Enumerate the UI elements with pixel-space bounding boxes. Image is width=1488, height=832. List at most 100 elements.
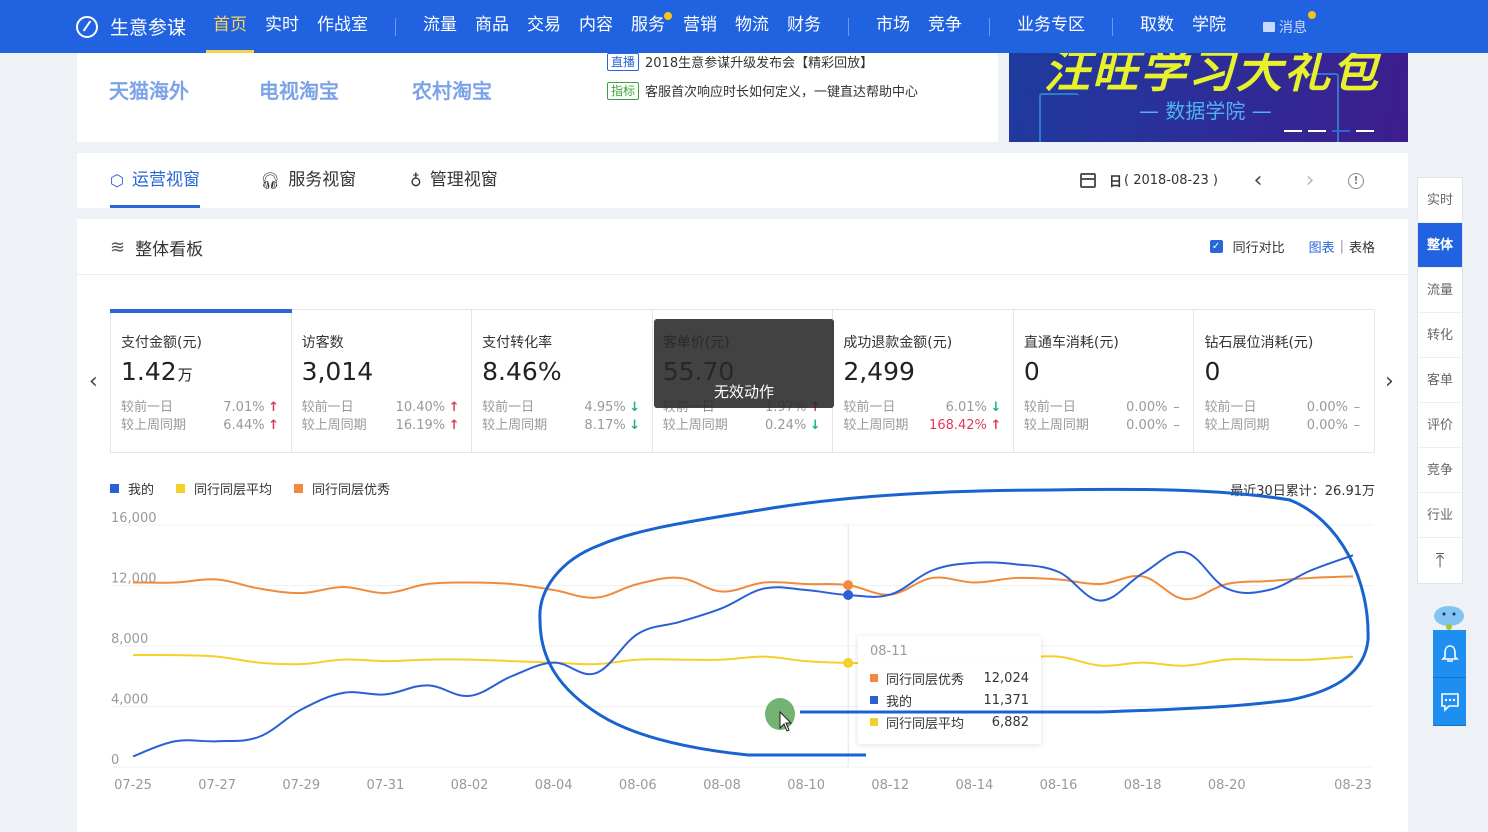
nav-item[interactable]: 竞争	[928, 0, 962, 53]
banner-dot[interactable]	[1356, 130, 1374, 132]
nav-item-label: 内容	[579, 15, 614, 35]
link-rural-taobao[interactable]: 农村淘宝	[412, 75, 492, 104]
y-tick-label: 4,000	[111, 693, 148, 708]
side-nav-item[interactable]: 竞争	[1418, 448, 1462, 493]
back-to-top-button[interactable]: ⤒	[1418, 538, 1462, 583]
info-icon[interactable]: !	[1348, 172, 1364, 189]
messages-label: 消息	[1279, 19, 1308, 36]
headset-icon: 🎧︎	[260, 171, 281, 190]
nav-divider	[1112, 17, 1114, 36]
side-nav-item[interactable]: 行业	[1418, 493, 1462, 538]
nav-item-label: 服务	[631, 15, 666, 35]
promo-banner[interactable]: 汪旺学习大礼包 — 数据学院 —	[1009, 53, 1408, 142]
x-tick-label: 08-18	[1124, 778, 1162, 793]
banner-dot[interactable]	[1284, 130, 1302, 132]
news-text: 2018生意参谋升级发布会【精彩回放】	[645, 56, 874, 71]
tooltip-swatch	[870, 674, 878, 682]
notification-bell-button[interactable]	[1433, 630, 1466, 678]
nav-divider	[989, 17, 991, 36]
nav-item[interactable]: 营销	[683, 0, 717, 53]
nav-item-label: 营销	[683, 15, 718, 35]
news-text: 客服首次响应时长如何定义，一键直达帮助中心	[645, 85, 919, 100]
next-date-button[interactable]: ›	[1298, 168, 1322, 193]
section-side-nav: 实时 整体 流量 转化 客单 评价 竞争 行业 ⤒	[1417, 177, 1463, 584]
banner-dot[interactable]	[1308, 130, 1326, 132]
messages-button[interactable]: 消息	[1263, 10, 1317, 37]
view-tab-bar: ⬡ 运营视窗 🎧︎ 服务视窗 ♁ 管理视窗 日 ( 2018-08-23 ) ‹…	[77, 153, 1408, 208]
nav-item[interactable]: 服务	[631, 0, 673, 53]
series-line-0	[132, 550, 1354, 758]
nav-item[interactable]: 首页	[206, 0, 255, 53]
news-item[interactable]: 指标 客服首次响应时长如何定义，一键直达帮助中心	[607, 81, 918, 100]
date-value[interactable]: ( 2018-08-23 )	[1124, 173, 1218, 188]
tooltip-value: 11,371	[983, 692, 1030, 708]
nav-item[interactable]: 物流	[735, 0, 769, 53]
nav-item[interactable]: 商品	[475, 0, 509, 53]
date-period[interactable]: 日	[1109, 171, 1122, 190]
news-tag: 指标	[607, 81, 640, 100]
nav-item-label: 业务专区	[1017, 15, 1086, 35]
trend-line-chart[interactable]: 0 4,000 8,000 12,000 16,000 07-25 07-27 07-29 07…	[77, 219, 1408, 832]
nav-item[interactable]: 实时	[265, 0, 299, 53]
nav-divider	[848, 17, 850, 36]
tooltip-row: 同行同层优秀 12,024	[870, 667, 1029, 689]
link-tv-taobao[interactable]: 电视淘宝	[259, 75, 339, 104]
floating-tools	[1433, 630, 1466, 726]
nav-item[interactable]: 市场	[876, 0, 910, 53]
tab-label: 服务视窗	[288, 170, 357, 190]
banner-dot-active[interactable]	[1332, 130, 1350, 132]
previous-date-button[interactable]: ‹	[1246, 168, 1270, 193]
y-tick-label: 12,000	[111, 572, 157, 587]
quick-links-card: 天猫海外 电视淘宝 农村淘宝 直播 2018生意参谋升级发布会【精彩回放】 指标…	[77, 52, 998, 142]
nav-item[interactable]: 流量	[423, 0, 457, 53]
tooltip-value: 12,024	[983, 670, 1030, 686]
x-tick-label: 08-10	[787, 778, 825, 793]
tab-operations-view[interactable]: ⬡ 运营视窗	[110, 153, 200, 208]
calendar-icon[interactable]	[1080, 173, 1097, 188]
side-nav-item[interactable]: 评价	[1418, 403, 1462, 448]
nav-item[interactable]: 取数	[1140, 0, 1174, 53]
y-tick-label: 8,000	[111, 632, 148, 647]
x-tick-label: 07-25	[114, 778, 152, 793]
news-tag: 直播	[607, 52, 640, 71]
x-tick-label: 08-14	[955, 778, 993, 793]
top-navigation-bar: 生意参谋 首页 实时 作战室 流量 商品 交易 内容 服务 营销 物流 财务 市场 竞争 业务专区 取数 学院…	[0, 0, 1488, 53]
news-item[interactable]: 直播 2018生意参谋升级发布会【精彩回放】	[607, 52, 873, 71]
elephant-mascot-icon	[1434, 606, 1464, 630]
nav-item[interactable]: 学院	[1192, 0, 1226, 53]
nav-item-label: 财务	[787, 15, 822, 35]
chat-bubble-icon	[1440, 692, 1459, 712]
nav-item[interactable]: 交易	[527, 0, 561, 53]
x-tick-label: 08-04	[535, 778, 573, 793]
side-nav-item[interactable]: 实时	[1418, 178, 1462, 223]
series-point-2	[843, 580, 854, 591]
chat-button[interactable]	[1433, 678, 1466, 726]
nav-item[interactable]: 财务	[787, 0, 821, 53]
tab-service-view[interactable]: 🎧︎ 服务视窗	[260, 153, 356, 208]
link-tmall-overseas[interactable]: 天猫海外	[109, 75, 189, 104]
tooltip-value: 6,882	[991, 714, 1029, 730]
nav-item-label: 竞争	[928, 15, 963, 35]
notification-dot	[664, 12, 673, 20]
notification-dot	[1308, 10, 1317, 19]
nav-item[interactable]: 业务专区	[1017, 0, 1085, 53]
nav-item-label: 流量	[423, 15, 458, 35]
tab-label: 运营视窗	[131, 170, 200, 190]
nav-item-label: 商品	[475, 15, 510, 35]
side-nav-item[interactable]: 整体	[1418, 223, 1462, 268]
nav-item[interactable]: 作战室	[317, 0, 368, 53]
series-line-1	[132, 653, 1354, 667]
tab-management-view[interactable]: ♁ 管理视窗	[410, 153, 498, 208]
tooltip-series-name: 我的	[886, 694, 913, 710]
tooltip-row: 同行同层平均 6,882	[870, 711, 1029, 733]
side-nav-item[interactable]: 客单	[1418, 358, 1462, 403]
side-nav-item[interactable]: 流量	[1418, 268, 1462, 313]
nav-divider	[395, 17, 397, 36]
tooltip-row: 我的 11,371	[870, 689, 1029, 711]
brand[interactable]: 生意参谋	[76, 13, 186, 40]
nav-item[interactable]: 内容	[579, 0, 613, 53]
x-tick-label: 07-27	[198, 778, 236, 793]
envelope-icon	[1263, 21, 1276, 32]
side-nav-item[interactable]: 转化	[1418, 313, 1462, 358]
tie-icon: ♁	[410, 171, 422, 190]
